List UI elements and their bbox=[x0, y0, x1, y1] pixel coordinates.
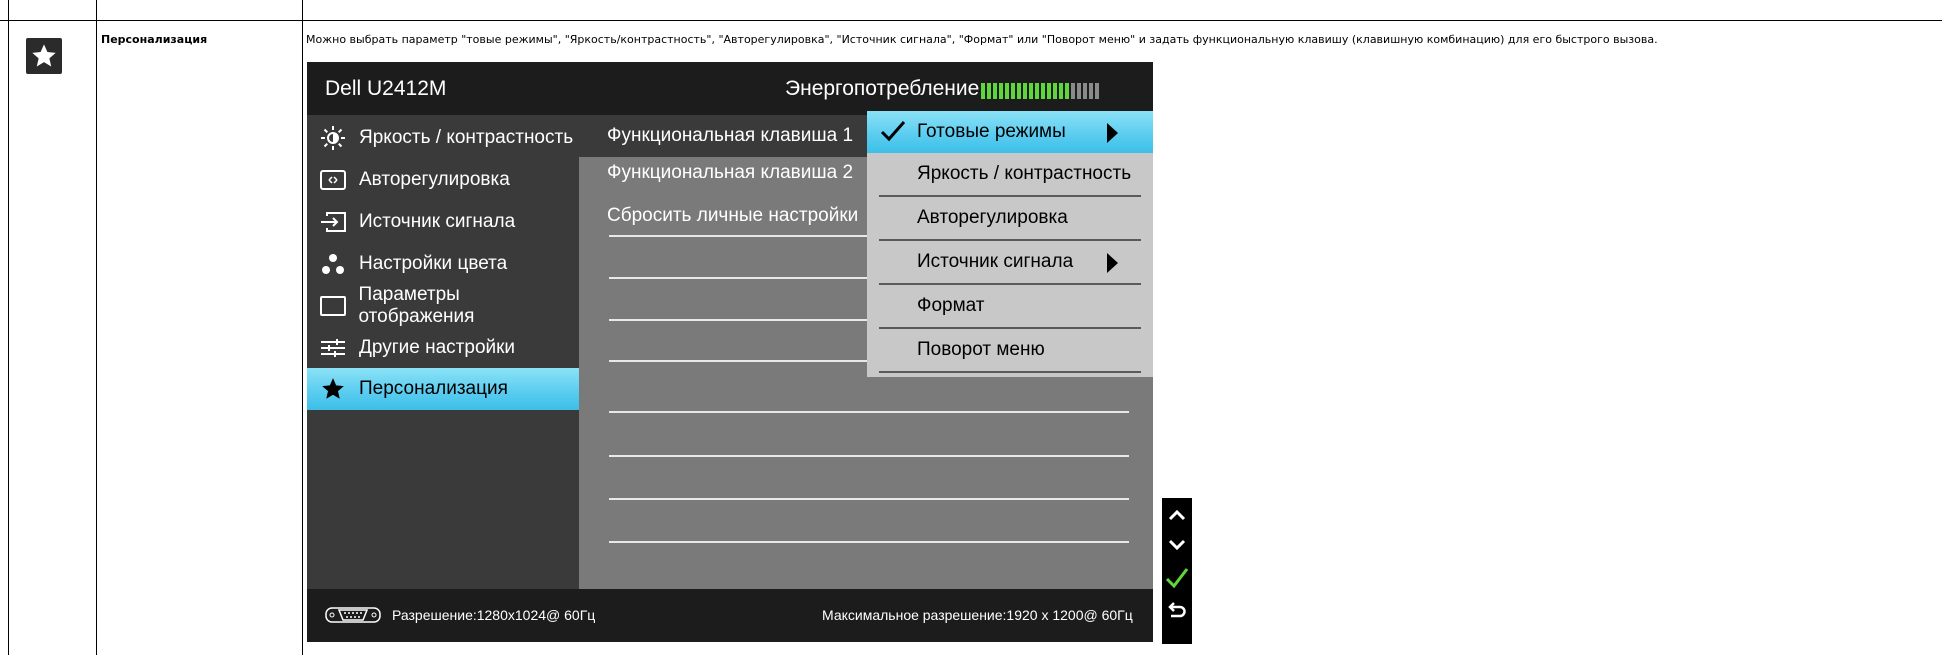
energy-segment bbox=[1011, 83, 1015, 99]
other-settings-icon bbox=[307, 338, 359, 358]
separator bbox=[609, 411, 1129, 413]
menu-item-input-source[interactable]: Источник сигнала bbox=[307, 201, 579, 243]
display-settings-icon bbox=[307, 296, 359, 316]
function-key-options: Готовые режимы Яркость / контрастность А… bbox=[867, 111, 1153, 377]
option-input-source[interactable]: Источник сигнала bbox=[867, 241, 1153, 283]
column-divider bbox=[302, 0, 303, 655]
energy-segment bbox=[1041, 83, 1045, 99]
menu-item-label: Параметры отображения bbox=[358, 284, 475, 327]
star-icon bbox=[26, 38, 62, 74]
option-menu-rotation[interactable]: Поворот меню bbox=[867, 329, 1153, 371]
energy-segment bbox=[987, 83, 991, 99]
energy-segment bbox=[1005, 83, 1009, 99]
option-auto-adjust[interactable]: Авторегулировка bbox=[867, 197, 1153, 239]
check-icon bbox=[880, 121, 906, 142]
down-icon[interactable] bbox=[1162, 530, 1192, 560]
energy-segment bbox=[1047, 83, 1051, 99]
energy-segment bbox=[1065, 83, 1069, 99]
energy-segment bbox=[1083, 83, 1087, 99]
submenu-item-function-key-2[interactable]: Функциональная клавиша 2 bbox=[579, 152, 869, 194]
option-label: Авторегулировка bbox=[917, 207, 1068, 228]
option-label: Готовые режимы bbox=[917, 121, 1066, 142]
menu-item-label: Источник сигнала bbox=[359, 211, 516, 232]
energy-segment bbox=[1071, 83, 1075, 99]
energy-segment bbox=[999, 83, 1003, 99]
option-label: Источник сигнала bbox=[917, 251, 1074, 272]
table-top-border bbox=[0, 20, 1942, 21]
separator bbox=[609, 541, 1129, 543]
energy-meter bbox=[981, 83, 1099, 99]
osd-header: Dell U2412M Энергопотребление bbox=[307, 62, 1153, 115]
menu-item-auto-adjust[interactable]: Авторегулировка bbox=[307, 159, 579, 201]
brightness-icon bbox=[307, 125, 359, 151]
vga-connector-icon bbox=[325, 607, 381, 623]
menu-item-personalize[interactable]: Персонализация bbox=[307, 368, 579, 410]
energy-segment bbox=[993, 83, 997, 99]
energy-segment bbox=[1077, 83, 1081, 99]
submenu-arrow-icon bbox=[1107, 123, 1118, 143]
input-source-icon bbox=[307, 212, 359, 232]
energy-segment bbox=[1059, 83, 1063, 99]
separator bbox=[609, 498, 1129, 500]
energy-segment bbox=[1089, 83, 1093, 99]
separator bbox=[609, 235, 869, 237]
energy-segment bbox=[981, 83, 985, 99]
check-icon[interactable] bbox=[1162, 563, 1192, 593]
menu-item-label: Настройки цвета bbox=[359, 253, 508, 274]
separator bbox=[609, 360, 869, 362]
row-description: Можно выбрать параметр "товые режимы", "… bbox=[306, 33, 1658, 46]
monitor-model: Dell U2412M bbox=[325, 77, 447, 100]
separator bbox=[609, 455, 1129, 457]
separator bbox=[609, 277, 869, 279]
osd-footer: Разрешение:1280x1024@ 60Гц Максимальное … bbox=[307, 589, 1153, 642]
monitor-buttons bbox=[1162, 498, 1192, 644]
option-label: Поворот меню bbox=[917, 339, 1045, 360]
column-divider bbox=[96, 0, 97, 655]
back-icon[interactable] bbox=[1162, 596, 1192, 626]
separator bbox=[879, 371, 1141, 373]
menu-item-brightness[interactable]: Яркость / контрастность bbox=[307, 117, 579, 159]
menu-item-color-settings[interactable]: Настройки цвета bbox=[307, 243, 579, 285]
up-icon[interactable] bbox=[1162, 500, 1192, 530]
option-preset-modes[interactable]: Готовые режимы bbox=[867, 111, 1153, 153]
column-divider bbox=[8, 0, 9, 655]
menu-item-label: Авторегулировка bbox=[359, 169, 510, 190]
star-icon bbox=[307, 376, 359, 402]
current-resolution: Разрешение:1280x1024@ 60Гц bbox=[392, 607, 596, 623]
menu-item-other-settings[interactable]: Другие настройки bbox=[307, 327, 579, 369]
main-menu: Яркость / контрастность Авторегулировка … bbox=[307, 115, 579, 589]
max-resolution: Максимальное разрешение:1920 x 1200@ 60Г… bbox=[822, 607, 1133, 623]
submenu-arrow-icon bbox=[1107, 253, 1118, 273]
separator bbox=[609, 319, 869, 321]
color-settings-icon bbox=[307, 253, 359, 275]
energy-segment bbox=[1023, 83, 1027, 99]
energy-segment bbox=[1029, 83, 1033, 99]
row-title: Персонализация bbox=[101, 33, 208, 46]
menu-item-label: Другие настройки bbox=[359, 337, 516, 358]
energy-label: Энергопотребление bbox=[785, 77, 980, 100]
energy-segment bbox=[1095, 83, 1099, 99]
energy-segment bbox=[1053, 83, 1057, 99]
auto-adjust-icon bbox=[307, 170, 359, 190]
energy-segment bbox=[1017, 83, 1021, 99]
option-aspect-ratio[interactable]: Формат bbox=[867, 285, 1153, 327]
submenu-item-function-key-1[interactable]: Функциональная клавиша 1 bbox=[579, 115, 869, 157]
option-label: Формат bbox=[917, 295, 985, 316]
energy-segment bbox=[1035, 83, 1039, 99]
option-label: Яркость / контрастность bbox=[917, 163, 1132, 184]
option-brightness-contrast[interactable]: Яркость / контрастность bbox=[867, 153, 1153, 195]
menu-item-display-settings[interactable]: Параметры отображения bbox=[307, 284, 579, 327]
menu-item-label: Яркость / контрастность bbox=[359, 127, 574, 148]
menu-item-label: Персонализация bbox=[359, 378, 508, 399]
submenu-item-reset-personalization[interactable]: Сбросить личные настройки bbox=[579, 195, 869, 237]
osd-menu: Dell U2412M Энергопотребление Яркость / … bbox=[307, 62, 1153, 642]
